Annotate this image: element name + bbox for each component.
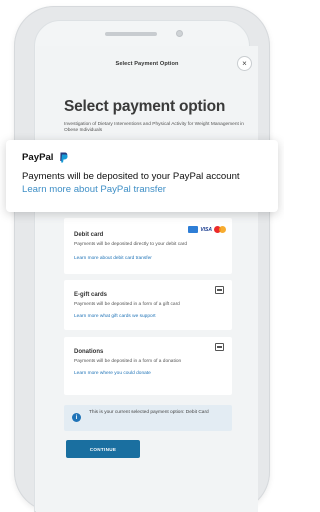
paypal-header: PayPal: [22, 152, 69, 163]
debit-card-option[interactable]: VISA Debit card Payments will be deposit…: [64, 218, 232, 274]
visa-icon: VISA: [200, 226, 212, 233]
page-title: Select payment option: [64, 98, 226, 115]
card-title: E-gift cards: [74, 292, 108, 298]
donation-icon: [215, 343, 224, 351]
card-description: Payments will be deposited in a form of …: [74, 359, 182, 364]
card-title: Debit card: [74, 232, 104, 238]
camera-icon: [176, 30, 183, 37]
card-link[interactable]: Learn more what gift cards we support: [74, 314, 156, 319]
amex-icon: [188, 226, 199, 233]
paypal-learn-more-link[interactable]: Learn more about PayPal transfer: [22, 184, 166, 195]
card-link[interactable]: Learn more about debit card transfer: [74, 256, 152, 261]
speaker-grille: [105, 32, 157, 36]
stage: Select Payment Option × Select payment o…: [0, 0, 284, 512]
donations-option[interactable]: Donations Payments will be deposited in …: [64, 337, 232, 395]
paypal-logo-icon: [60, 152, 69, 163]
info-text: This is your current selected payment op…: [89, 410, 209, 415]
study-subtitle: Investigation of Dietary Interventions a…: [64, 122, 244, 134]
card-description: Payments will be deposited directly to y…: [74, 242, 188, 247]
close-button[interactable]: ×: [237, 56, 252, 71]
e-gift-card-option[interactable]: E-gift cards Payments will be deposited …: [64, 280, 232, 330]
mastercard-icon: [214, 226, 226, 233]
current-selection-info: i This is your current selected payment …: [64, 405, 232, 431]
card-title: Donations: [74, 349, 104, 355]
info-icon: i: [72, 413, 81, 422]
card-link[interactable]: Learn more where you could donate: [74, 371, 151, 376]
header-title: Select Payment Option: [115, 61, 179, 67]
gift-card-icon: [215, 286, 224, 294]
paypal-popup[interactable]: PayPal Payments will be deposited to you…: [6, 140, 278, 212]
continue-button[interactable]: CONTINUE: [66, 440, 140, 458]
paypal-name: PayPal: [22, 152, 54, 163]
paypal-description: Payments will be deposited to your PayPa…: [22, 171, 240, 182]
screen-header: Select Payment Option ×: [36, 46, 258, 82]
card-description: Payments will be deposited in a form of …: [74, 302, 180, 307]
card-brand-icons: VISA: [188, 226, 226, 233]
